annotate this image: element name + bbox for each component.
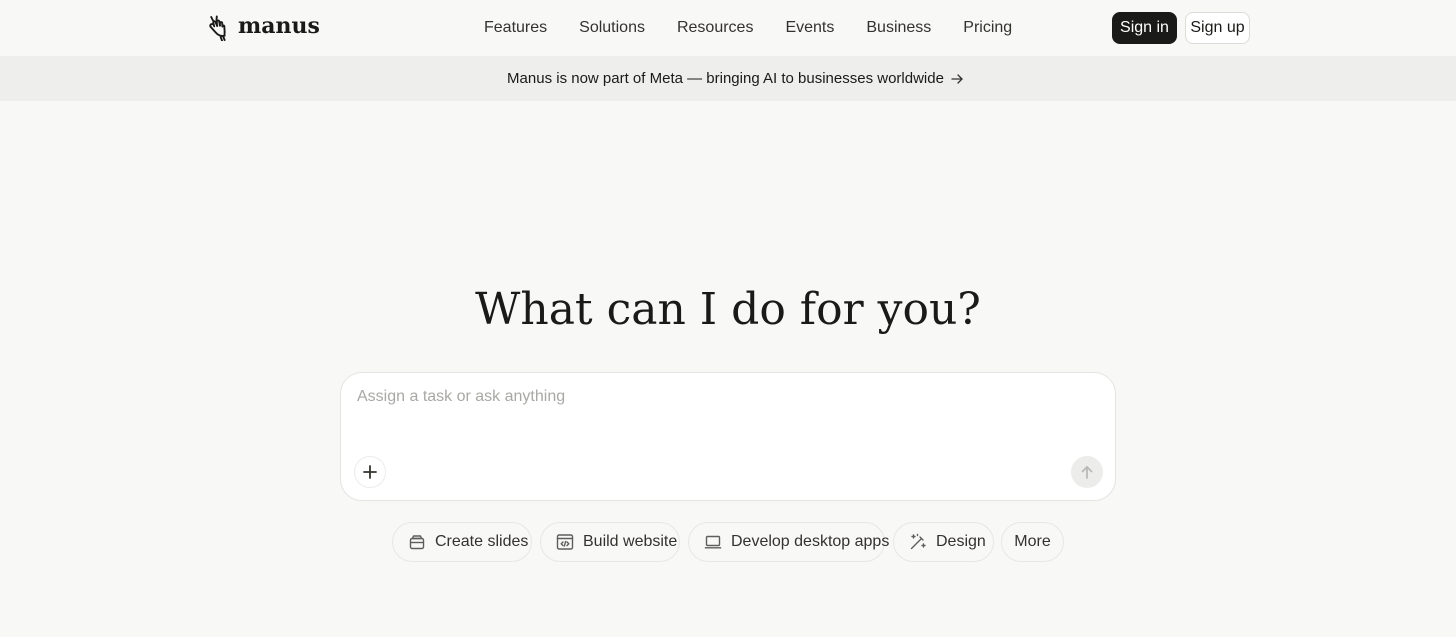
brand-name: manus	[238, 13, 320, 39]
plus-icon	[363, 465, 377, 479]
build-website-button[interactable]: Build website	[540, 522, 680, 562]
announcement-link[interactable]: Manus is now part of Meta — bringing AI …	[507, 70, 964, 87]
more-button[interactable]: More	[1001, 522, 1064, 562]
arrow-up-icon	[1081, 466, 1093, 479]
send-button[interactable]	[1071, 456, 1103, 488]
create-slides-label: Create slides	[435, 533, 529, 550]
attach-button[interactable]	[354, 456, 386, 488]
build-website-label: Build website	[583, 533, 678, 550]
sign-up-button[interactable]: Sign up	[1185, 12, 1250, 44]
more-label: More	[1014, 533, 1051, 550]
nav-link-business[interactable]: Business	[866, 18, 931, 38]
laptop-icon	[704, 535, 722, 549]
browser-code-icon	[556, 534, 574, 550]
nav-link-events[interactable]: Events	[785, 18, 834, 38]
develop-desktop-apps-button[interactable]: Develop desktop apps	[688, 522, 889, 562]
announcement-banner: Manus is now part of Meta — bringing AI …	[0, 56, 1456, 101]
quick-actions: Create slides Build website Develop desk…	[0, 522, 1456, 562]
slides-icon	[409, 535, 425, 550]
nav-link-pricing[interactable]: Pricing	[963, 18, 1012, 38]
arrow-right-icon	[951, 73, 963, 84]
hero-title: What can I do for you?	[475, 284, 981, 335]
hand-logo-icon	[209, 15, 226, 41]
design-button[interactable]: Design	[893, 522, 994, 562]
create-slides-button[interactable]: Create slides	[392, 522, 532, 562]
task-input[interactable]	[357, 385, 1097, 409]
nav-link-features[interactable]: Features	[484, 18, 547, 38]
main-nav: Features Solutions Resources Events Busi…	[484, 18, 1012, 38]
develop-desktop-apps-label: Develop desktop apps	[731, 533, 890, 550]
task-composer	[340, 372, 1116, 501]
magic-wand-icon	[910, 533, 926, 550]
design-label: Design	[936, 533, 986, 550]
brand-logo[interactable]: manus	[207, 14, 320, 42]
nav-link-resources[interactable]: Resources	[677, 18, 753, 38]
top-navbar: manus Features Solutions Resources Event…	[0, 0, 1456, 56]
sign-in-button[interactable]: Sign in	[1112, 12, 1177, 44]
nav-link-solutions[interactable]: Solutions	[579, 18, 645, 38]
announcement-text: Manus is now part of Meta — bringing AI …	[507, 70, 944, 87]
